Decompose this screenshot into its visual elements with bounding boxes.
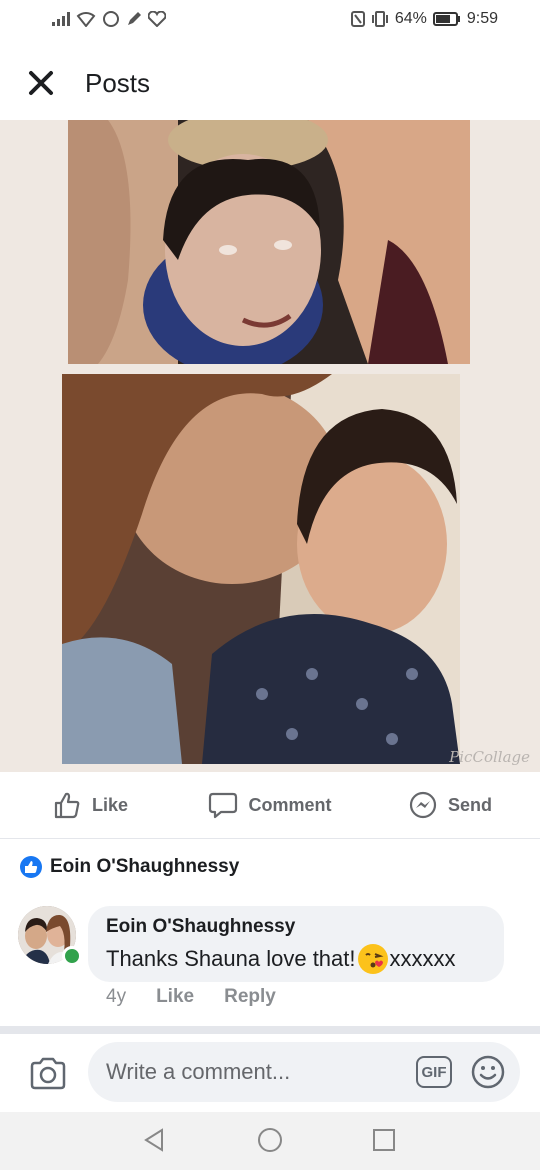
thumbs-up-icon	[54, 792, 80, 819]
comment-text: Thanks Shauna love that! xxxxxx	[106, 944, 456, 974]
heart-icon	[148, 11, 166, 27]
system-nav-bar	[0, 1112, 540, 1170]
collage-watermark: PicCollage	[449, 748, 530, 766]
nav-back-button[interactable]	[140, 1126, 168, 1159]
nav-home-button[interactable]	[256, 1126, 284, 1159]
smiley-icon	[471, 1055, 505, 1089]
post-photo[interactable]: PicCollage	[0, 120, 540, 772]
comment-label: Comment	[248, 794, 332, 815]
close-icon	[29, 71, 53, 95]
status-icons-right: 64% 9:59	[350, 10, 498, 28]
comment-composer: GIF	[0, 1034, 540, 1112]
photo-top-image	[68, 120, 470, 364]
nav-recents-button[interactable]	[372, 1128, 396, 1157]
reaction-user-name: Eoin O'Shaughnessy	[50, 856, 240, 877]
camera-button[interactable]	[28, 1054, 68, 1094]
collage-photo-top	[68, 120, 470, 364]
comment-icon	[209, 792, 238, 819]
comment-text-main: Thanks Shauna love that!	[106, 946, 356, 971]
like-button[interactable]: Like	[0, 772, 180, 838]
whatsapp-icon	[103, 11, 119, 27]
comment-meta: 4y Like Reply	[106, 986, 276, 1008]
signal-icon	[52, 12, 70, 26]
comment-button[interactable]: Comment	[180, 772, 360, 838]
comment-bubble[interactable]: Eoin O'Shaughnessy Thanks Shauna love th…	[88, 906, 504, 982]
back-triangle-icon	[144, 1128, 163, 1152]
comment-reply-link[interactable]: Reply	[224, 986, 276, 1008]
recents-square-icon	[373, 1129, 395, 1151]
collage-photo-bottom	[62, 374, 460, 764]
send-button[interactable]: Send	[360, 772, 540, 838]
gif-button[interactable]: GIF	[416, 1056, 452, 1088]
vibrate-icon	[371, 11, 388, 27]
clock: 9:59	[466, 10, 498, 27]
like-reaction-icon	[20, 856, 42, 878]
photo-bottom-image	[62, 374, 460, 764]
status-icons-left	[52, 10, 166, 28]
like-label: Like	[91, 794, 129, 815]
home-circle-icon	[258, 1128, 282, 1152]
online-status-indicator	[62, 946, 82, 966]
battery-icon	[432, 12, 460, 26]
emoji-button[interactable]	[470, 1054, 506, 1090]
comment-input[interactable]	[88, 1042, 520, 1102]
comment-like-link[interactable]: Like	[156, 986, 194, 1008]
divider	[0, 1026, 540, 1034]
send-label: Send	[447, 794, 492, 815]
messenger-icon	[409, 791, 437, 819]
status-bar: 64% 9:59	[0, 0, 540, 44]
close-button[interactable]	[24, 66, 58, 100]
header: Posts	[0, 44, 540, 120]
reaction-summary[interactable]: Eoin O'Shaughnessy	[20, 856, 239, 878]
comment-text-suffix: xxxxxx	[389, 946, 456, 971]
comment-age: 4y	[106, 986, 127, 1007]
comment-author[interactable]: Eoin O'Shaughnessy	[106, 916, 295, 938]
battery-percent: 64%	[394, 10, 427, 27]
nfc-icon	[350, 11, 365, 27]
wifi-icon	[76, 12, 96, 27]
face-blowing-kiss-icon	[357, 944, 388, 974]
camera-icon	[30, 1057, 66, 1090]
pen-icon	[128, 12, 141, 25]
page-title: Posts	[85, 68, 151, 98]
post-actions: Like Comment Send	[0, 772, 540, 839]
